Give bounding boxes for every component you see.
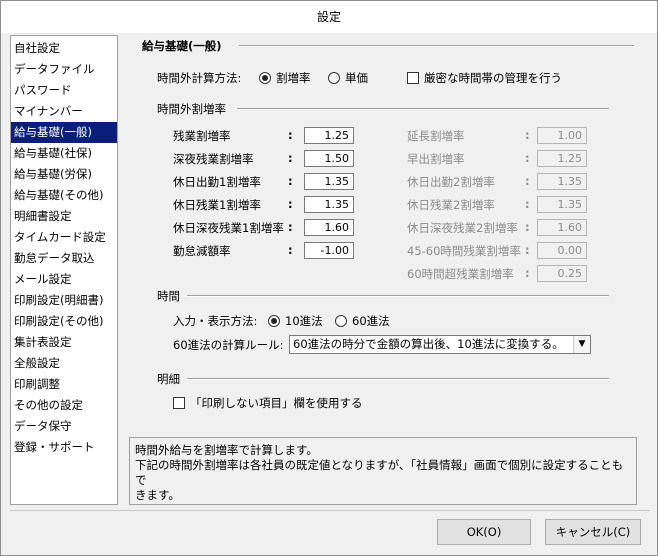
sidebar-item-general[interactable]: 全般設定 xyxy=(11,353,117,374)
sidebar-item-registration[interactable]: 登録・サポート xyxy=(11,437,117,458)
overtime-over-60-rate-input: 0.25 xyxy=(537,265,587,282)
colon: : xyxy=(525,266,530,280)
colon: : xyxy=(525,174,530,188)
calc-method-unit-label[interactable]: 単価 xyxy=(345,70,368,86)
chevron-down-icon[interactable]: ▼ xyxy=(573,336,590,353)
colon: : xyxy=(288,174,293,188)
colon: : xyxy=(525,197,530,211)
sidebar-item-attendance-import[interactable]: 勤怠データ取込 xyxy=(11,248,117,269)
cancel-button[interactable]: キャンセル(C) xyxy=(545,519,641,545)
sidebar-item-print-other[interactable]: 印刷設定(その他) xyxy=(11,311,117,332)
extension-rate-label: 延長割増率 xyxy=(407,129,465,143)
overtime-rate-label: 残業割増率 xyxy=(173,129,231,143)
calc-method-rate-radio[interactable] xyxy=(259,72,271,84)
detail-section-divider xyxy=(187,378,609,380)
overtime-rate-input[interactable]: 1.25 xyxy=(304,127,354,144)
footer-divider xyxy=(10,510,650,511)
panel-title: 給与基礎(一般) xyxy=(142,39,222,53)
description-line-2: 下記の時間外割増率は各社員の既定値となりますが、「社員情報」画面で個別に設定する… xyxy=(135,458,624,487)
panel-title-divider xyxy=(239,45,634,47)
overtime-section-title: 時間外割増率 xyxy=(157,102,226,116)
colon: : xyxy=(525,128,530,142)
late-night-rate-input[interactable]: 1.50 xyxy=(304,150,354,167)
input-method-label: 入力・表示方法: xyxy=(173,314,258,328)
hidden-items-label[interactable]: 「印刷しない項目」欄を使用する xyxy=(190,395,363,411)
window-title: 設定 xyxy=(1,1,657,33)
time-section-title: 時間 xyxy=(157,289,180,303)
attendance-deduction-rate-input[interactable]: -1.00 xyxy=(304,242,354,259)
decimal-radio[interactable] xyxy=(268,315,280,327)
colon: : xyxy=(288,151,293,165)
attendance-deduction-rate-label: 勤怠減額率 xyxy=(173,244,231,258)
colon: : xyxy=(288,197,293,211)
sidebar-item-timecard[interactable]: タイムカード設定 xyxy=(11,227,117,248)
description-box: 時間外給与を割増率で計算します。 下記の時間外割増率は各社員の既定値となりますが… xyxy=(129,437,637,505)
early-rate-label: 早出割増率 xyxy=(407,152,465,166)
overtime-section-divider xyxy=(237,108,609,110)
rule-label: 60進法の計算ルール: xyxy=(173,338,284,352)
sidebar-item-password[interactable]: パスワード xyxy=(11,80,117,101)
strict-time-checkbox[interactable] xyxy=(407,72,419,84)
settings-window: 設定 自社設定 データファイル パスワード マイナンバー 給与基礎(一般) 給与… xyxy=(0,0,658,556)
holiday-work1-rate-input[interactable]: 1.35 xyxy=(304,173,354,190)
calc-method-unit-radio[interactable] xyxy=(328,72,340,84)
late-night-rate-label: 深夜残業割増率 xyxy=(173,152,254,166)
sidebar-item-other-settings[interactable]: その他の設定 xyxy=(11,395,117,416)
calc-method-rate-label[interactable]: 割増率 xyxy=(276,70,311,86)
holiday-overtime1-rate-input[interactable]: 1.35 xyxy=(304,196,354,213)
sidebar-item-salary-other[interactable]: 給与基礎(その他) xyxy=(11,185,117,206)
sidebar-item-salary-social[interactable]: 給与基礎(社保) xyxy=(11,143,117,164)
colon: : xyxy=(525,243,530,257)
sidebar-item-data-file[interactable]: データファイル xyxy=(11,59,117,80)
holiday-late-night2-rate-label: 休日深夜残業2割増率 xyxy=(407,221,518,235)
calc-method-label: 時間外計算方法: xyxy=(157,71,242,85)
early-rate-input: 1.25 xyxy=(537,150,587,167)
sidebar-item-print-adjust[interactable]: 印刷調整 xyxy=(11,374,117,395)
decimal-label[interactable]: 10進法 xyxy=(285,313,323,329)
holiday-late-night2-rate-input: 1.60 xyxy=(537,219,587,236)
overtime-45-60-rate-label: 45-60時間残業割増率 xyxy=(407,244,521,258)
sidebar-item-summary[interactable]: 集計表設定 xyxy=(11,332,117,353)
holiday-overtime2-rate-input: 1.35 xyxy=(537,196,587,213)
holiday-overtime2-rate-label: 休日残業2割増率 xyxy=(407,198,495,212)
holiday-work1-rate-label: 休日出勤1割増率 xyxy=(173,175,261,189)
sexagesimal-label[interactable]: 60進法 xyxy=(352,313,390,329)
holiday-overtime1-rate-label: 休日残業1割増率 xyxy=(173,198,261,212)
sidebar-item-data-maintenance[interactable]: データ保守 xyxy=(11,416,117,437)
hidden-items-checkbox[interactable] xyxy=(173,397,185,409)
rule-dropdown[interactable]: 60進法の時分で金額の算出後、10進法に変換する。 ▼ xyxy=(289,335,591,354)
holiday-late-night1-rate-label: 休日深夜残業1割増率 xyxy=(173,221,284,235)
colon: : xyxy=(288,220,293,234)
rule-dropdown-value: 60進法の時分で金額の算出後、10進法に変換する。 xyxy=(293,337,564,351)
description-line-1: 時間外給与を割増率で計算します。 xyxy=(135,443,318,457)
sidebar-item-salary-labor[interactable]: 給与基礎(労保) xyxy=(11,164,117,185)
colon: : xyxy=(288,128,293,142)
holiday-work2-rate-input: 1.35 xyxy=(537,173,587,190)
sexagesimal-radio[interactable] xyxy=(335,315,347,327)
sidebar-item-statement[interactable]: 明細書設定 xyxy=(11,206,117,227)
holiday-work2-rate-label: 休日出勤2割増率 xyxy=(407,175,495,189)
detail-section-title: 明細 xyxy=(157,372,180,386)
overtime-45-60-rate-input: 0.00 xyxy=(537,242,587,259)
sidebar-item-print-statement[interactable]: 印刷設定(明細書) xyxy=(11,290,117,311)
ok-button[interactable]: OK(O) xyxy=(437,519,531,545)
description-line-3: きます。 xyxy=(135,488,180,502)
extension-rate-input: 1.00 xyxy=(537,127,587,144)
sidebar-item-my-number[interactable]: マイナンバー xyxy=(11,101,117,122)
settings-panel: 給与基礎(一般) 時間外計算方法: 割増率 単価 厳密な時間帯の管理を行う 時間… xyxy=(129,35,637,429)
sidebar-item-company[interactable]: 自社設定 xyxy=(11,38,117,59)
sidebar-item-salary-general[interactable]: 給与基礎(一般) xyxy=(11,122,117,143)
time-section-divider xyxy=(187,295,609,297)
settings-category-list[interactable]: 自社設定 データファイル パスワード マイナンバー 給与基礎(一般) 給与基礎(… xyxy=(10,35,118,505)
overtime-over-60-rate-label: 60時間超残業割増率 xyxy=(407,267,514,281)
sidebar-item-mail[interactable]: メール設定 xyxy=(11,269,117,290)
colon: : xyxy=(288,243,293,257)
strict-time-label[interactable]: 厳密な時間帯の管理を行う xyxy=(424,70,562,86)
holiday-late-night1-rate-input[interactable]: 1.60 xyxy=(304,219,354,236)
colon: : xyxy=(525,220,530,234)
colon: : xyxy=(525,151,530,165)
